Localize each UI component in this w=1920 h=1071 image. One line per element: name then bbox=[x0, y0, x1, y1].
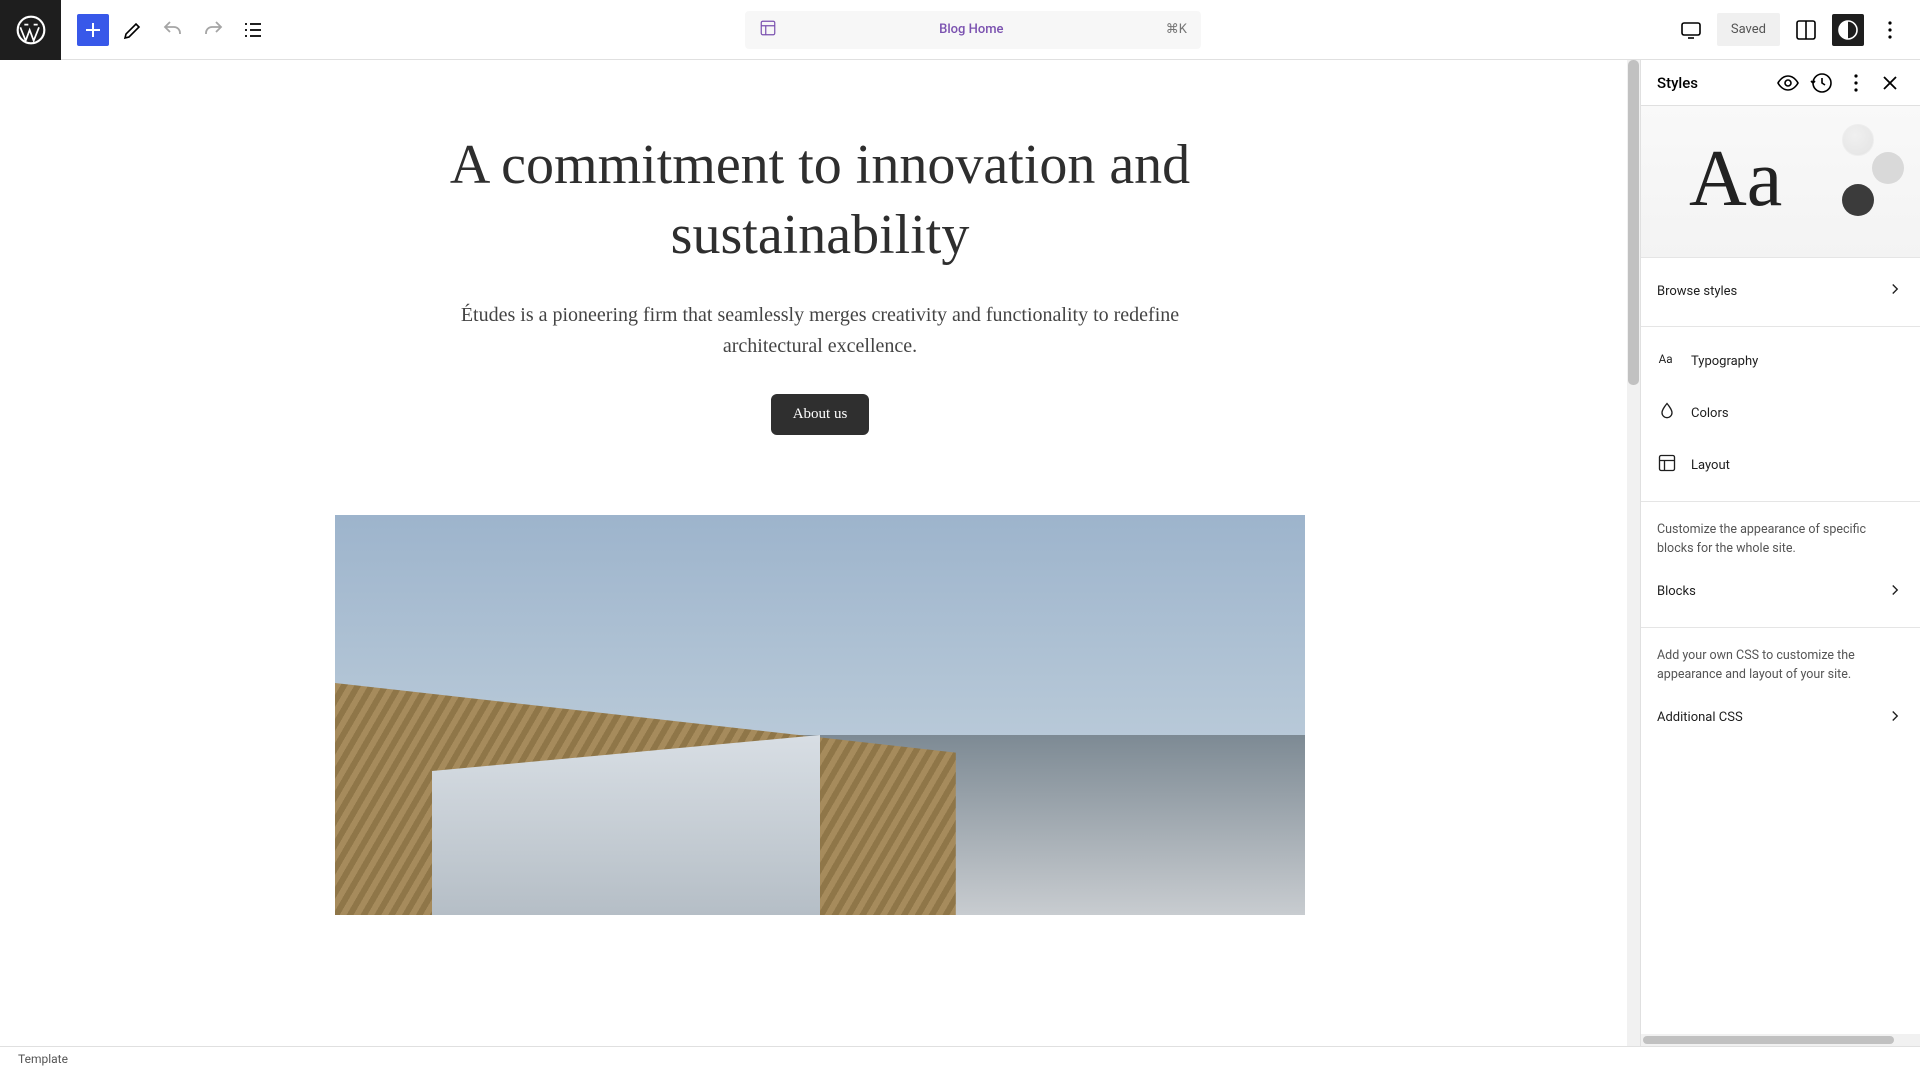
chevron-right-icon bbox=[1886, 581, 1904, 603]
top-toolbar: Blog Home ⌘K Saved bbox=[0, 0, 1920, 60]
scrollbar-thumb[interactable] bbox=[1643, 1036, 1894, 1044]
list-view-icon bbox=[241, 18, 265, 42]
revisions-button[interactable] bbox=[1808, 69, 1836, 97]
canvas-wrap: A commitment to innovation and sustainab… bbox=[0, 60, 1640, 1046]
close-sidebar-button[interactable] bbox=[1876, 69, 1904, 97]
more-icon bbox=[1844, 71, 1868, 95]
style-book-button[interactable] bbox=[1774, 69, 1802, 97]
browse-styles-row[interactable]: Browse styles bbox=[1641, 266, 1920, 316]
settings-button[interactable] bbox=[1790, 14, 1822, 46]
redo-button[interactable] bbox=[197, 14, 229, 46]
layout-icon bbox=[1657, 453, 1677, 477]
browse-styles-label: Browse styles bbox=[1657, 284, 1737, 299]
blocks-label: Blocks bbox=[1657, 584, 1696, 599]
footer-status: Template bbox=[18, 1052, 68, 1066]
styles-icon bbox=[1836, 18, 1860, 42]
viewport-icon bbox=[1679, 18, 1703, 42]
hero-description[interactable]: Études is a pioneering firm that seamles… bbox=[460, 300, 1180, 362]
canvas-vertical-scrollbar[interactable] bbox=[1627, 60, 1640, 1046]
wp-logo-button[interactable] bbox=[0, 0, 61, 60]
styles-preview-card[interactable]: Aa bbox=[1641, 106, 1920, 258]
preview-typography-sample: Aa bbox=[1689, 134, 1782, 225]
toolbar-right: Saved bbox=[1661, 13, 1920, 46]
layout-label: Layout bbox=[1691, 458, 1730, 473]
about-us-button[interactable]: About us bbox=[771, 394, 870, 435]
more-icon bbox=[1878, 18, 1902, 42]
block-inserter-button[interactable] bbox=[77, 14, 109, 46]
pencil-icon bbox=[121, 18, 145, 42]
hero-image-block[interactable] bbox=[335, 515, 1305, 915]
canvas[interactable]: A commitment to innovation and sustainab… bbox=[241, 60, 1399, 915]
breadcrumb-shortcut: ⌘K bbox=[1166, 22, 1187, 37]
scrollbar-thumb[interactable] bbox=[1628, 60, 1639, 385]
styles-sidebar: Styles Aa Browse styles Typography Color… bbox=[1640, 60, 1920, 1046]
styles-actions-button[interactable] bbox=[1842, 69, 1870, 97]
footer-bar: Template bbox=[0, 1046, 1920, 1071]
colors-row[interactable]: Colors bbox=[1641, 387, 1920, 439]
toolbar-left bbox=[61, 14, 285, 46]
undo-icon bbox=[161, 18, 185, 42]
chevron-right-icon bbox=[1886, 707, 1904, 729]
redo-icon bbox=[201, 18, 225, 42]
undo-button[interactable] bbox=[157, 14, 189, 46]
layout-row[interactable]: Layout bbox=[1641, 439, 1920, 491]
color-swatch-light bbox=[1842, 124, 1874, 156]
tools-button[interactable] bbox=[117, 14, 149, 46]
wordpress-icon bbox=[15, 14, 47, 46]
hero-title[interactable]: A commitment to innovation and sustainab… bbox=[335, 130, 1305, 270]
css-description: Add your own CSS to customize the appear… bbox=[1641, 628, 1920, 693]
colors-label: Colors bbox=[1691, 406, 1729, 421]
breadcrumb-title: Blog Home bbox=[787, 22, 1156, 37]
saved-button[interactable]: Saved bbox=[1717, 13, 1780, 46]
color-swatch-mid bbox=[1872, 152, 1904, 184]
breadcrumb-bar: Blog Home ⌘K bbox=[285, 11, 1661, 49]
layout-icon bbox=[759, 19, 777, 41]
options-button[interactable] bbox=[1874, 14, 1906, 46]
typography-row[interactable]: Typography bbox=[1641, 335, 1920, 387]
canvas-scroll[interactable]: A commitment to innovation and sustainab… bbox=[0, 60, 1640, 1046]
additional-css-label: Additional CSS bbox=[1657, 710, 1743, 725]
list-view-button[interactable] bbox=[237, 14, 269, 46]
eye-icon bbox=[1776, 71, 1800, 95]
color-swatch-dark bbox=[1842, 184, 1874, 216]
close-icon bbox=[1878, 71, 1902, 95]
sidebar-header: Styles bbox=[1641, 60, 1920, 106]
chevron-right-icon bbox=[1886, 280, 1904, 302]
blocks-description: Customize the appearance of specific blo… bbox=[1641, 502, 1920, 567]
additional-css-row[interactable]: Additional CSS bbox=[1641, 693, 1920, 743]
document-breadcrumb[interactable]: Blog Home ⌘K bbox=[745, 11, 1201, 49]
blocks-row[interactable]: Blocks bbox=[1641, 567, 1920, 617]
workspace: A commitment to innovation and sustainab… bbox=[0, 60, 1920, 1046]
drop-icon bbox=[1657, 401, 1677, 425]
viewport-button[interactable] bbox=[1675, 14, 1707, 46]
sidebar-title: Styles bbox=[1657, 74, 1768, 92]
settings-icon bbox=[1794, 18, 1818, 42]
typography-icon bbox=[1657, 349, 1677, 373]
sidebar-horizontal-scrollbar[interactable] bbox=[1641, 1034, 1920, 1046]
typography-label: Typography bbox=[1691, 354, 1758, 369]
history-icon bbox=[1810, 71, 1834, 95]
styles-button[interactable] bbox=[1832, 14, 1864, 46]
plus-icon bbox=[81, 18, 105, 42]
